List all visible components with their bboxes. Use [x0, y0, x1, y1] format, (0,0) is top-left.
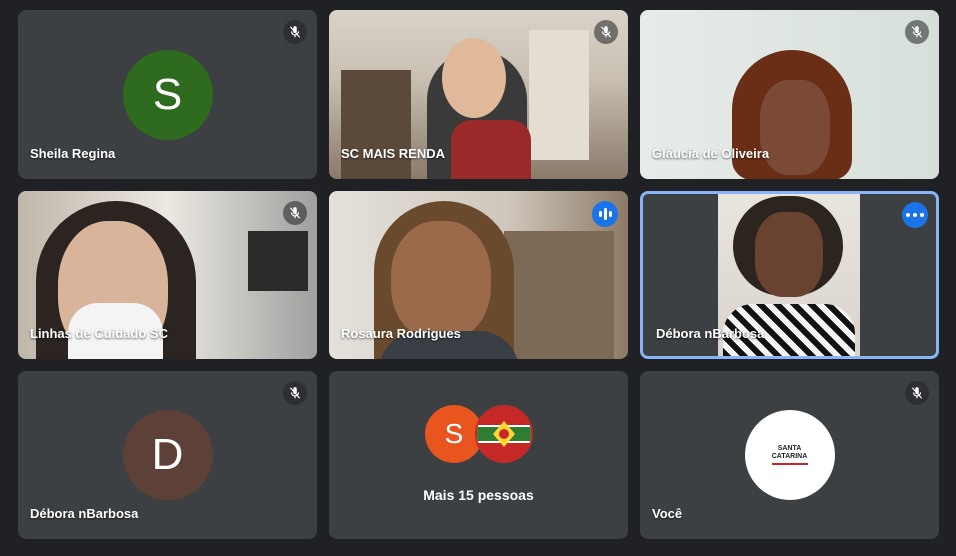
participant-name: Rosaura Rodrigues — [341, 326, 461, 341]
mic-off-icon — [905, 381, 929, 405]
tile-rosaura-rodrigues[interactable]: Rosaura Rodrigues — [329, 191, 628, 359]
tile-glaucia-de-oliveira[interactable]: Gláucia de Oliveira — [640, 10, 939, 179]
tile-more-participants[interactable]: S Mais 15 pessoas — [329, 371, 628, 539]
logo-text: CATARINA — [771, 453, 808, 460]
avatar: D — [122, 410, 213, 500]
mic-off-icon — [283, 20, 307, 44]
participant-name: Débora nBarbosa — [30, 506, 139, 521]
santa-catarina-logo: SANTA CATARINA — [744, 410, 835, 500]
participant-name: Débora nBarbosa — [656, 326, 765, 341]
mic-off-icon — [905, 20, 929, 44]
participant-name: SC MAIS RENDA — [341, 146, 446, 161]
tile-sheila-regina[interactable]: S Sheila Regina — [18, 10, 317, 179]
participant-name: Gláucia de Oliveira — [652, 146, 770, 161]
flag-avatar — [475, 405, 533, 463]
tile-debora-nbarbosa[interactable]: D Débora nBarbosa — [18, 371, 317, 539]
participant-name: Você — [652, 506, 683, 521]
tile-sc-mais-renda[interactable]: SC MAIS RENDA — [329, 10, 628, 179]
mic-off-icon — [594, 20, 618, 44]
mic-off-icon — [283, 201, 307, 225]
participant-name: Linhas de Cuidado SC — [30, 326, 168, 341]
tile-linhas-de-cuidado-sc[interactable]: Linhas de Cuidado SC — [18, 191, 317, 359]
avatar: S — [122, 49, 213, 140]
participant-name: Sheila Regina — [30, 146, 116, 161]
more-options-icon[interactable] — [902, 202, 928, 228]
tile-voce[interactable]: SANTA CATARINA Você — [640, 371, 939, 539]
more-participants-label: Mais 15 pessoas — [423, 487, 534, 503]
mic-off-icon — [283, 381, 307, 405]
speaking-indicator-icon — [592, 201, 618, 227]
logo-text: SANTA — [777, 445, 802, 452]
tile-debora-nbarbosa-video[interactable]: Débora nBarbosa — [640, 191, 939, 359]
